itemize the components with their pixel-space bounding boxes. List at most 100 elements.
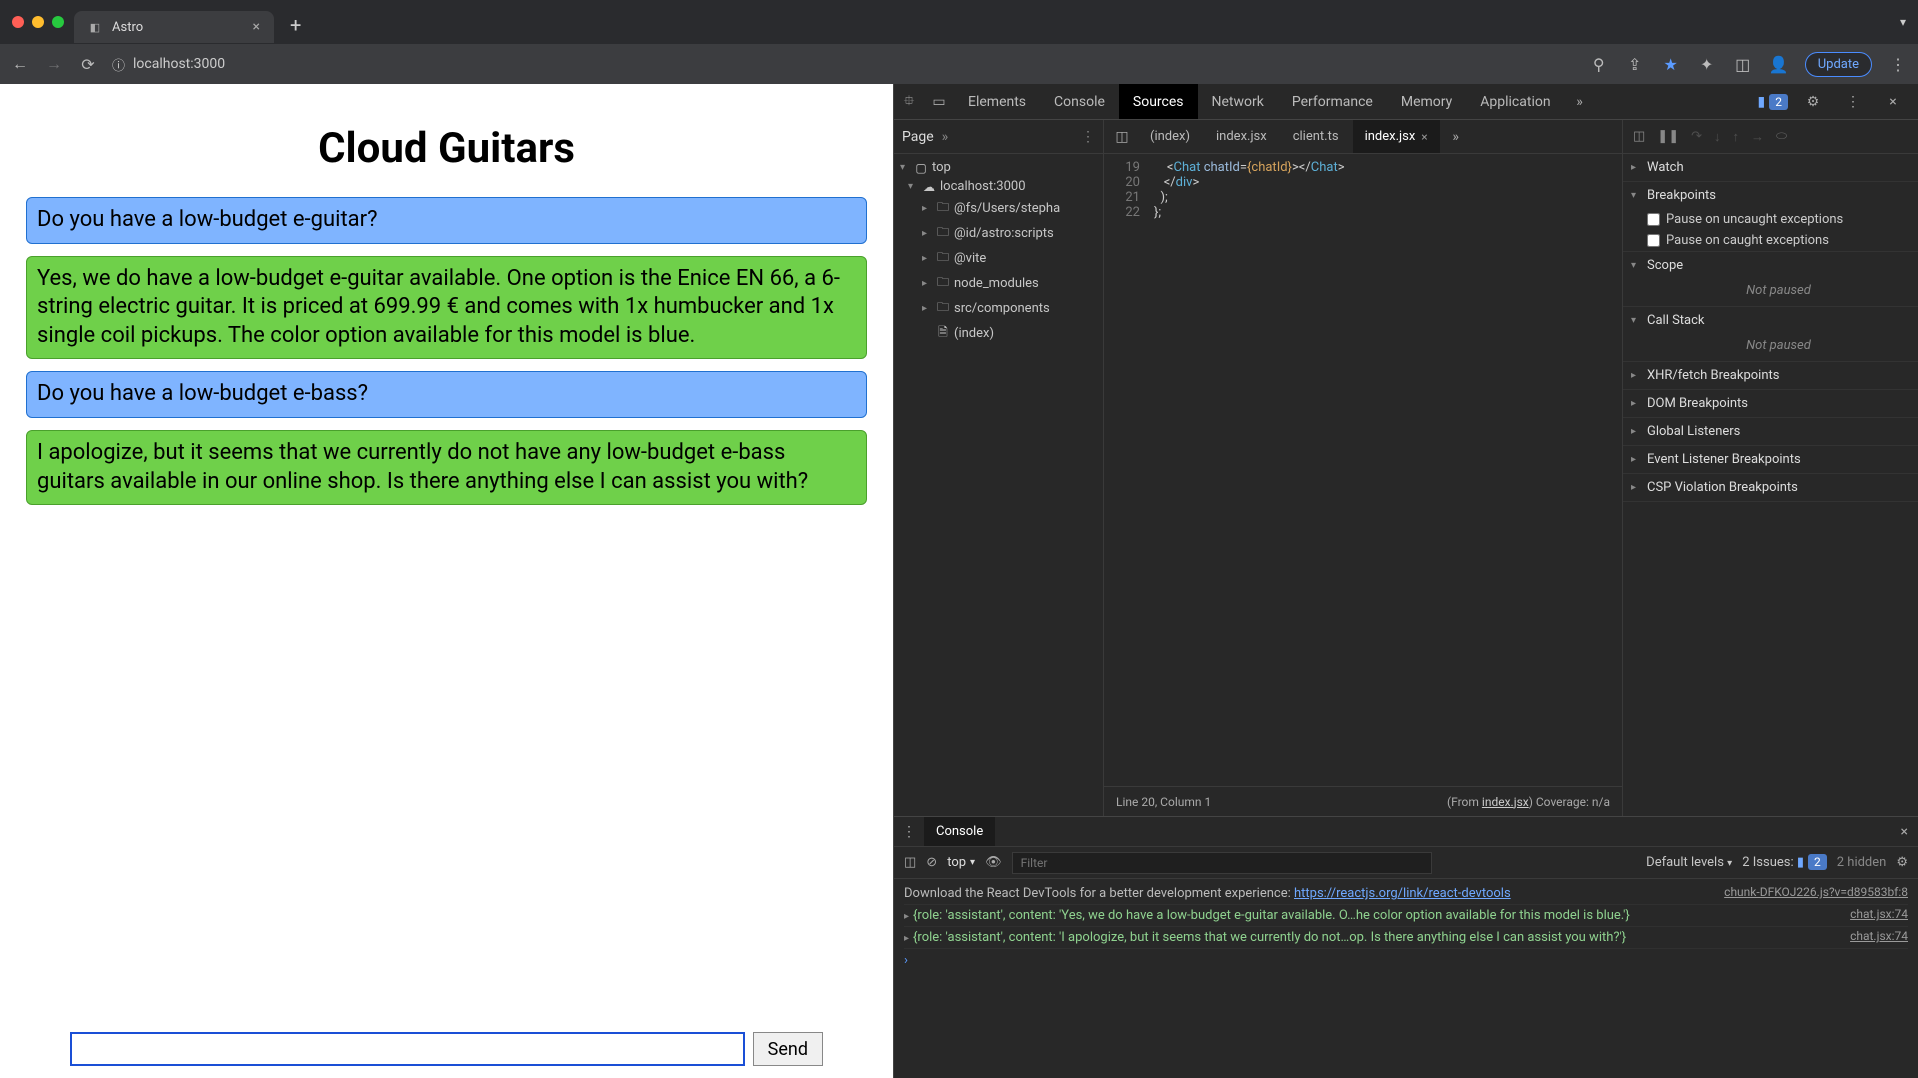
more-navigator-icon[interactable]: »: [942, 129, 949, 145]
close-devtools-icon[interactable]: ×: [1878, 94, 1908, 110]
back-icon[interactable]: ←: [10, 54, 30, 74]
section-watch[interactable]: ▸Watch: [1623, 154, 1918, 181]
more-editor-tabs-icon[interactable]: »: [1442, 129, 1470, 145]
editor-tab[interactable]: index.jsx×: [1353, 120, 1440, 153]
console-log-line[interactable]: chat.jsx:74▸{role: 'assistant', content:…: [904, 927, 1908, 949]
chat-composer: Send: [0, 1032, 893, 1066]
new-tab-button[interactable]: +: [290, 13, 301, 37]
share-icon[interactable]: ⇪: [1625, 55, 1645, 74]
sidepanel-icon[interactable]: ◫: [1733, 55, 1753, 74]
pause-icon[interactable]: ❚❚: [1657, 129, 1679, 144]
console-log-line[interactable]: chat.jsx:74▸{role: 'assistant', content:…: [904, 905, 1908, 927]
pause-caught-checkbox[interactable]: Pause on caught exceptions: [1623, 230, 1918, 251]
issues-indicator[interactable]: ▮2: [1758, 94, 1788, 110]
drawer-menu-icon[interactable]: ⋮: [894, 824, 924, 840]
address-bar: ← → ⟳ ⓘ localhost:3000 ⚲ ⇪ ★ ✦ ◫ 👤 Updat…: [0, 44, 1918, 84]
step-over-icon[interactable]: ↷: [1691, 129, 1702, 144]
more-tabs-icon[interactable]: »: [1565, 94, 1595, 110]
section-callstack[interactable]: ▾Call Stack: [1623, 307, 1918, 334]
menu-icon[interactable]: ⋮: [1888, 55, 1908, 74]
editor-tab[interactable]: index.jsx: [1204, 120, 1279, 153]
devtools-tab-console[interactable]: Console: [1040, 84, 1119, 119]
device-icon[interactable]: ▭: [924, 94, 954, 110]
console-output[interactable]: chunk-DFKOJ226.js?v=d89583bf:8Download t…: [894, 879, 1918, 1078]
devtools-tab-application[interactable]: Application: [1466, 84, 1564, 119]
devtools-tab-network[interactable]: Network: [1198, 84, 1278, 119]
close-tab-icon[interactable]: ×: [253, 19, 260, 35]
drawer-tab-console[interactable]: Console: [924, 817, 995, 846]
section-csp-bp[interactable]: ▸CSP Violation Breakpoints: [1623, 474, 1918, 501]
editor-tab[interactable]: client.ts: [1281, 120, 1351, 153]
status-from: (From index.jsx) Coverage: n/a: [1447, 795, 1610, 809]
step-into-icon[interactable]: ↓: [1714, 129, 1721, 145]
debugger-pane: ◫ ❚❚ ↷ ↓ ↑ → ⬭ ▸Watch ▾Breakpoints Pause…: [1622, 120, 1918, 816]
devtools-tab-memory[interactable]: Memory: [1387, 84, 1466, 119]
chat-message-bot: I apologize, but it seems that we curren…: [26, 430, 867, 505]
inspect-icon[interactable]: ⯐: [894, 90, 924, 114]
devtools-tab-elements[interactable]: Elements: [954, 84, 1040, 119]
console-log-line[interactable]: chunk-DFKOJ226.js?v=d89583bf:8Download t…: [904, 883, 1908, 905]
devtools-tab-sources[interactable]: Sources: [1119, 84, 1198, 119]
close-window-icon[interactable]: [12, 16, 24, 28]
url-text: localhost:3000: [133, 56, 225, 72]
window-controls: [12, 16, 64, 28]
code-area[interactable]: <Chat chatId={chatId}></Chat> </div> ); …: [1148, 154, 1622, 786]
bookmark-icon[interactable]: ★: [1661, 55, 1681, 74]
issues-count[interactable]: 2 Issues: ▮2: [1742, 855, 1827, 870]
profile-icon[interactable]: 👤: [1769, 55, 1789, 74]
toggle-debugger-icon[interactable]: ◫: [1633, 129, 1645, 144]
send-button[interactable]: Send: [753, 1032, 823, 1066]
maximize-window-icon[interactable]: [52, 16, 64, 28]
navigator-tab-page[interactable]: Page: [902, 129, 934, 145]
forward-icon[interactable]: →: [44, 54, 64, 74]
settings-icon[interactable]: ⚙: [1798, 94, 1828, 110]
console-filter-input[interactable]: [1012, 852, 1432, 874]
chat-log: Do you have a low-budget e-guitar? Yes, w…: [0, 173, 893, 529]
tree-host[interactable]: ▾☁localhost:3000: [894, 177, 1103, 196]
chat-message-bot: Yes, we do have a low-budget e-guitar av…: [26, 256, 867, 360]
tree-folder[interactable]: ▸🗀@fs/Users/stepha: [894, 196, 1103, 221]
step-out-icon[interactable]: ↑: [1733, 129, 1740, 145]
devtools-tab-performance[interactable]: Performance: [1278, 84, 1387, 119]
tree-folder[interactable]: ▸🗀src/components: [894, 296, 1103, 321]
chat-message-user: Do you have a low-budget e-guitar?: [26, 197, 867, 244]
tree-folder[interactable]: ▸🗀node_modules: [894, 271, 1103, 296]
tabs-menu-icon[interactable]: ▾: [1900, 15, 1906, 29]
reload-icon[interactable]: ⟳: [78, 55, 98, 74]
site-info-icon[interactable]: ⓘ: [112, 55, 125, 74]
navigator-menu-icon[interactable]: ⋮: [1081, 129, 1095, 145]
close-drawer-icon[interactable]: ×: [1901, 824, 1918, 840]
tree-folder[interactable]: ▸🗀@id/astro:scripts: [894, 221, 1103, 246]
kebab-icon[interactable]: ⋮: [1838, 94, 1868, 110]
update-button[interactable]: Update: [1805, 52, 1872, 77]
minimize-window-icon[interactable]: [32, 16, 44, 28]
search-icon[interactable]: ⚲: [1589, 55, 1609, 74]
url-field[interactable]: ⓘ localhost:3000: [112, 55, 225, 74]
console-sidebar-icon[interactable]: ◫: [904, 855, 916, 870]
section-evt-bp[interactable]: ▸Event Listener Breakpoints: [1623, 446, 1918, 473]
section-scope[interactable]: ▾Scope: [1623, 252, 1918, 279]
log-levels-selector[interactable]: Default levels ▾: [1646, 855, 1732, 870]
extensions-icon[interactable]: ✦: [1697, 55, 1717, 74]
browser-tab[interactable]: ◧ Astro ×: [74, 11, 274, 43]
tree-file[interactable]: 🗎(index): [894, 321, 1103, 346]
chat-input[interactable]: [70, 1032, 745, 1066]
section-xhr-bp[interactable]: ▸XHR/fetch Breakpoints: [1623, 362, 1918, 389]
tree-top[interactable]: ▾▢top: [894, 158, 1103, 177]
console-settings-icon[interactable]: ⚙: [1896, 855, 1908, 870]
section-listeners[interactable]: ▸Global Listeners: [1623, 418, 1918, 445]
context-selector[interactable]: top ▾: [947, 855, 975, 870]
deactivate-bp-icon[interactable]: ⬭: [1776, 129, 1787, 144]
toggle-navigator-icon[interactable]: ◫: [1108, 129, 1136, 145]
section-dom-bp[interactable]: ▸DOM Breakpoints: [1623, 390, 1918, 417]
browser-tabbar: ◧ Astro × + ▾: [0, 0, 1918, 44]
tab-favicon: ◧: [88, 20, 102, 34]
section-breakpoints[interactable]: ▾Breakpoints: [1623, 182, 1918, 209]
editor-tab[interactable]: (index): [1138, 120, 1202, 153]
live-expression-icon[interactable]: 👁: [985, 855, 1002, 870]
tree-folder[interactable]: ▸🗀@vite: [894, 246, 1103, 271]
step-icon[interactable]: →: [1751, 129, 1764, 145]
console-prompt[interactable]: ›: [904, 949, 1908, 972]
clear-console-icon[interactable]: ⊘: [926, 855, 937, 870]
pause-uncaught-checkbox[interactable]: Pause on uncaught exceptions: [1623, 209, 1918, 230]
